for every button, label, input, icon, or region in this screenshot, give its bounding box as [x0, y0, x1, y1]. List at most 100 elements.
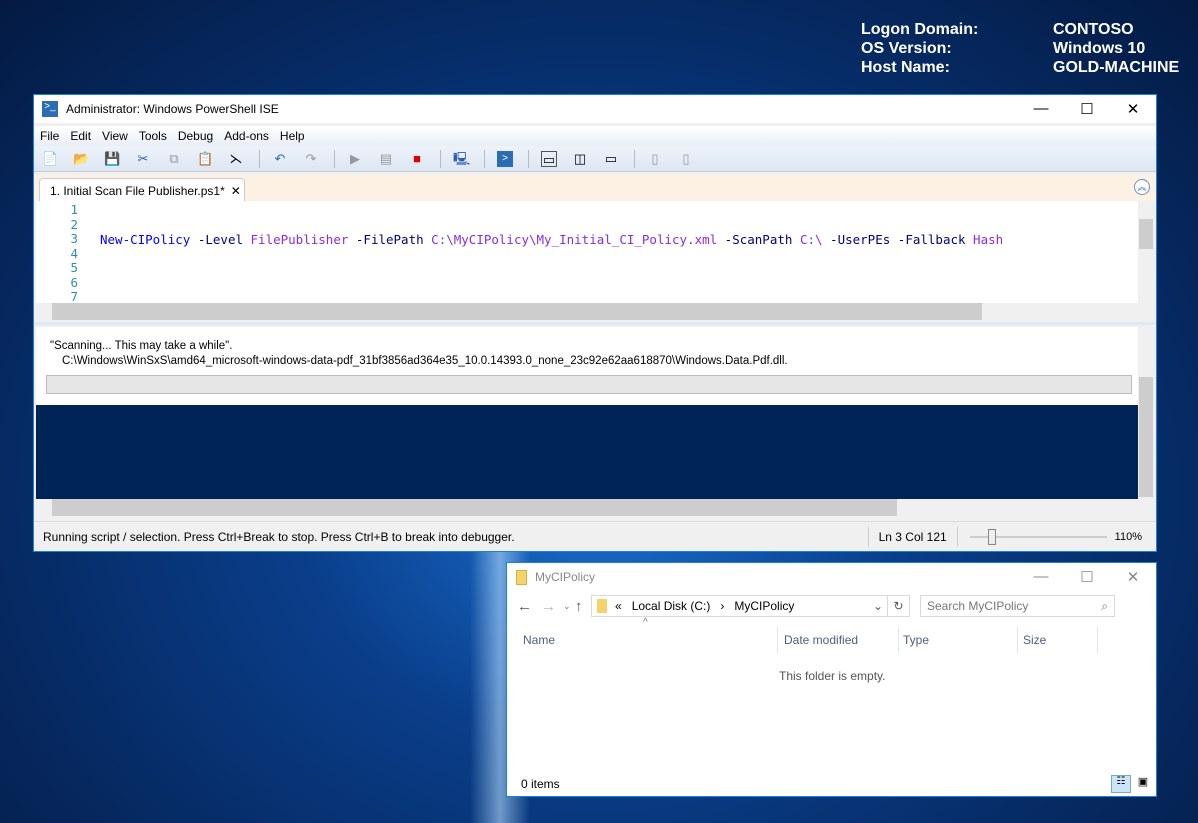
folder-icon: [597, 599, 607, 613]
close-tab-icon[interactable]: ✕: [231, 184, 241, 198]
editor-vertical-scrollbar[interactable]: [1138, 201, 1154, 303]
column-headers: Name Date modified Type Size ^: [507, 617, 1156, 655]
zoom-slider[interactable]: [956, 526, 1107, 547]
code-token: Hash: [973, 232, 1004, 247]
tab-script[interactable]: 1. Initial Scan File Publisher.ps1* ✕: [39, 178, 245, 201]
save-icon[interactable]: 💾: [104, 151, 120, 167]
column-header-type[interactable]: Type: [903, 627, 1018, 653]
line-number: 6: [70, 274, 78, 290]
script-editor[interactable]: 1234567 New-CIPolicy -Level FilePublishe…: [36, 201, 1138, 305]
search-input[interactable]: Search MyCIPolicy ⌕: [920, 595, 1115, 617]
info-row: Host Name: GOLD-MACHINE: [861, 58, 1179, 77]
file-explorer-window: MyCIPolicy — ☐ ✕ ← → ⌄ ↑ « Local Disk (C:) ›…: [506, 562, 1157, 797]
menu-item-add-ons[interactable]: Add-ons: [224, 129, 269, 143]
breadcrumb-item[interactable]: ›: [720, 599, 724, 613]
details-view-icon[interactable]: ☷: [1111, 775, 1131, 793]
explorer-title: MyCIPolicy: [535, 570, 596, 584]
window-title: Administrator: Windows PowerShell ISE: [66, 102, 279, 116]
maximize-button[interactable]: ☐: [1064, 568, 1110, 586]
item-count: 0 items: [521, 777, 560, 791]
recent-icon[interactable]: ⌄: [563, 601, 575, 612]
layout-right-icon[interactable]: ◫: [572, 151, 588, 167]
up-icon[interactable]: ↑: [575, 598, 591, 615]
maximize-button[interactable]: ☐: [1064, 100, 1110, 118]
breadcrumb-item: MyCIPolicy: [734, 599, 795, 613]
clear-icon[interactable]: ⋋: [228, 151, 244, 167]
minimize-button[interactable]: —: [1018, 568, 1064, 586]
toolbar: 📄 📂 💾 ✂ ⧉ 📋 ⋋ ↶ ↷ ▶ ▤ ■ 🖳 > ▭ ◫ ▭ ▯ ▯: [34, 146, 1156, 172]
console-pane[interactable]: [36, 405, 1138, 499]
column-header-date-modified[interactable]: Date modified: [784, 627, 899, 653]
info-value: GOLD-MACHINE: [1053, 59, 1180, 76]
breadcrumb-item: Local Disk (C:): [631, 599, 711, 613]
info-label: Host Name:: [861, 59, 950, 76]
layout-max-icon[interactable]: ▭: [603, 151, 619, 167]
code-token: C:\: [799, 232, 823, 247]
info-row: Logon Domain: CONTOSO: [861, 20, 1179, 39]
redo-icon[interactable]: ↷: [303, 151, 319, 167]
sort-arrow-icon: ^: [643, 617, 648, 628]
menu-item-view[interactable]: View: [102, 129, 128, 143]
code-token: -FilePath: [348, 232, 432, 247]
dropdown-icon[interactable]: ⌄: [873, 599, 883, 613]
line-number: 4: [70, 245, 78, 261]
powershell-console-icon[interactable]: >: [497, 150, 513, 167]
minimize-button[interactable]: —: [1018, 100, 1064, 118]
menu-item-edit[interactable]: Edit: [70, 129, 91, 143]
info-value: CONTOSO: [1053, 21, 1134, 38]
undo-icon[interactable]: ↶: [272, 151, 288, 167]
paste-icon[interactable]: 📋: [197, 151, 213, 167]
tab-bar: 1. Initial Scan File Publisher.ps1* ✕ ︽: [34, 175, 1156, 201]
explorer-title-bar: MyCIPolicy — ☐ ✕: [507, 563, 1156, 591]
run-icon[interactable]: ▶: [347, 151, 363, 167]
folder-icon: [516, 569, 527, 585]
line-number: 5: [70, 260, 78, 275]
status-bar: Running script / selection. Press Ctrl+B…: [34, 521, 1156, 551]
menu-item-tools[interactable]: Tools: [139, 129, 167, 143]
cut-icon[interactable]: ✂: [135, 151, 151, 167]
code-token: FilePublisher: [250, 232, 349, 247]
breadcrumb-item[interactable]: «: [615, 599, 622, 613]
progress-bar: [46, 375, 1132, 394]
editor-horizontal-scrollbar[interactable]: [36, 303, 1138, 320]
close-button[interactable]: ✕: [1110, 568, 1156, 586]
zoom-level: 110%: [1114, 530, 1142, 543]
open-icon[interactable]: 📂: [73, 151, 89, 167]
console-vertical-scrollbar[interactable]: [1138, 327, 1154, 499]
title-bar: >_ Administrator: Windows PowerShell ISE…: [34, 95, 1156, 123]
menu-item-file[interactable]: File: [40, 129, 59, 143]
show-commands-icon[interactable]: ▯: [678, 151, 694, 167]
output-line: C:\Windows\WinSxS\amd64_microsoft-window…: [62, 355, 788, 367]
pane-splitter[interactable]: [34, 322, 1156, 325]
large-icons-view-icon[interactable]: ▣: [1134, 775, 1152, 793]
layout-top-icon[interactable]: ▭: [541, 150, 557, 167]
tab-label: 1. Initial Scan File Publisher.ps1*: [50, 184, 225, 198]
refresh-icon[interactable]: ↻: [888, 595, 910, 617]
console-horizontal-scrollbar[interactable]: [36, 499, 1138, 516]
info-value: Windows 10: [1053, 40, 1146, 57]
back-icon[interactable]: ←: [517, 598, 541, 615]
cursor-position: Ln 3 Col 121: [867, 526, 957, 547]
close-button[interactable]: ✕: [1110, 100, 1156, 118]
remote-icon[interactable]: 🖳: [453, 151, 470, 167]
search-placeholder: Search MyCIPolicy: [927, 599, 1029, 613]
run-selection-icon[interactable]: ▤: [378, 151, 394, 167]
stop-icon[interactable]: ■: [409, 151, 425, 167]
menu-item-debug[interactable]: Debug: [178, 129, 213, 143]
code-token: -ScanPath: [717, 232, 800, 247]
code-token: -UserPEs -Fallback: [822, 232, 974, 247]
output-line: "Scanning... This may take a while".: [50, 340, 233, 352]
show-script-pane-icon[interactable]: ▯: [647, 151, 663, 167]
info-label: OS Version:: [861, 40, 952, 57]
copy-icon[interactable]: ⧉: [166, 151, 182, 167]
empty-folder-message: This folder is empty.: [779, 669, 886, 683]
column-header-size[interactable]: Size: [1023, 627, 1098, 653]
search-icon[interactable]: ⌕: [1101, 599, 1108, 614]
new-file-icon[interactable]: 📄: [42, 151, 58, 167]
collapse-icon[interactable]: ︽: [1134, 179, 1150, 195]
line-numbers: 1234567: [36, 202, 78, 305]
address-bar[interactable]: « Local Disk (C:) › MyCIPolicy ⌄: [591, 595, 888, 617]
column-header-name[interactable]: Name: [523, 627, 778, 653]
menu-item-help[interactable]: Help: [280, 129, 305, 143]
forward-icon[interactable]: →: [541, 598, 563, 615]
